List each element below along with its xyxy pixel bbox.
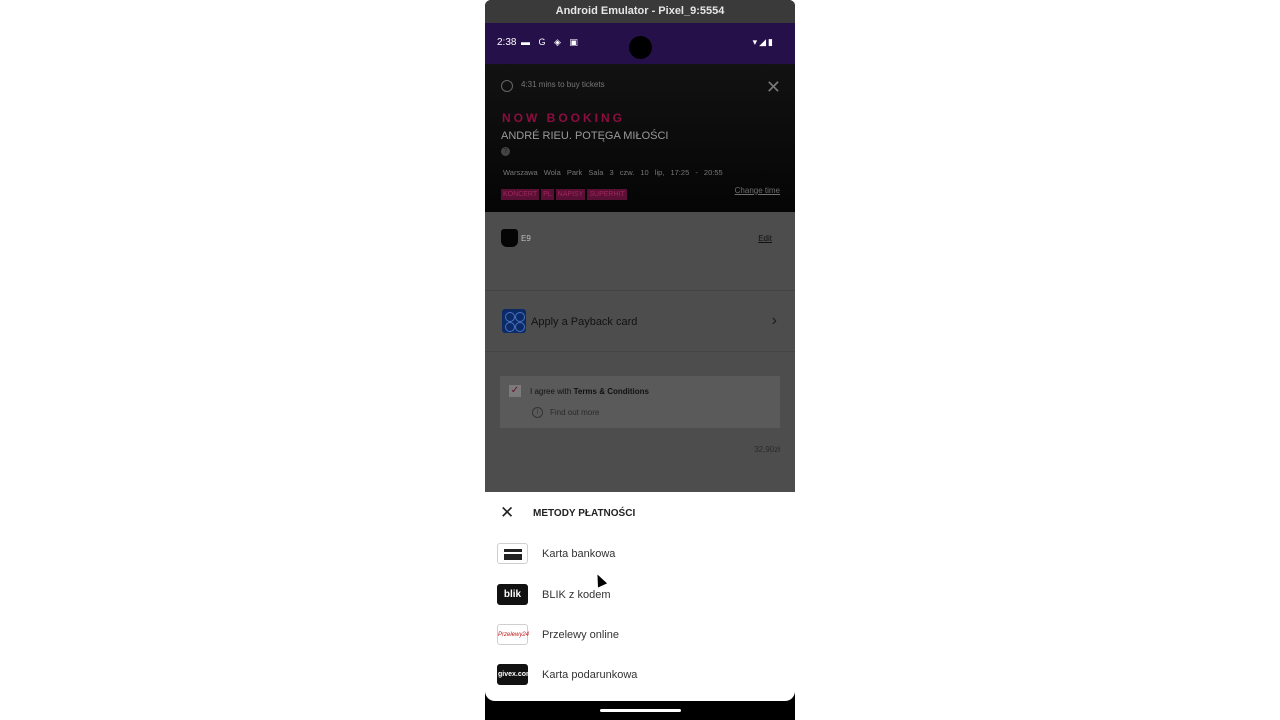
- close-icon[interactable]: ✕: [500, 504, 514, 521]
- seat-label: E9: [521, 234, 531, 243]
- edit-seat-link[interactable]: Edit: [758, 234, 772, 243]
- dimmed-content: E9 Edit Apply a Payback card › ✓ I agree…: [485, 212, 795, 492]
- payment-method-label: Karta podarunkowa: [542, 669, 638, 681]
- tag-badge: NAPISY: [555, 189, 586, 200]
- seat-icon: [501, 229, 518, 247]
- status-time: 2:38: [497, 37, 517, 48]
- change-time-link[interactable]: Change time: [735, 186, 780, 195]
- przelewy24-icon: Przelewy24: [497, 624, 529, 645]
- payment-method-label: Karta bankowa: [542, 548, 616, 560]
- tag-badge: SUPERHIT: [587, 189, 627, 200]
- terms-text: I agree with Terms & Conditions: [530, 387, 649, 396]
- payment-method-card[interactable]: Karta bankowa: [497, 543, 787, 567]
- terms-checkbox[interactable]: ✓: [509, 385, 521, 397]
- status-bar: 2:38 ▬ G ◈ ▣ ▾◢▮: [485, 23, 795, 64]
- showtime-details: Warszawa Wola Park Sala 3 czw. 10 lip, 1…: [503, 168, 723, 177]
- payback-label: Apply a Payback card: [531, 316, 638, 328]
- window-title: Android Emulator - Pixel_9:5554: [485, 0, 795, 23]
- home-gesture-handle[interactable]: [600, 709, 681, 712]
- signal-battery-icons: ▾◢▮: [752, 37, 775, 47]
- booking-timer: 4:31 mins to buy tickets: [521, 80, 605, 89]
- notification-icons: ▬ G ◈ ▣: [521, 37, 581, 47]
- terms-prefix: I agree with: [530, 387, 574, 396]
- close-booking-icon[interactable]: ✕: [766, 78, 781, 96]
- booking-header: 4:31 mins to buy tickets ✕ NOW BOOKING A…: [485, 64, 795, 212]
- payment-method-giftcard[interactable]: givex.com Karta podarunkowa: [497, 664, 787, 688]
- tag-list: KONCERT PL NAPISY SUPERHIT: [501, 183, 629, 201]
- payment-method-przelewy[interactable]: Przelewy24 Przelewy online: [497, 624, 787, 648]
- terms-box: ✓ I agree with Terms & Conditions i Find…: [500, 376, 780, 428]
- booking-screen: 4:31 mins to buy tickets ✕ NOW BOOKING A…: [485, 64, 795, 492]
- total-price: 32,90zł: [754, 445, 780, 454]
- terms-link[interactable]: Terms & Conditions: [574, 387, 649, 396]
- payment-method-label: Przelewy online: [542, 629, 620, 641]
- payment-method-blik[interactable]: blik BLIK z kodem: [497, 584, 787, 608]
- now-booking-label: NOW BOOKING: [502, 111, 625, 125]
- tag-badge: PL: [541, 189, 554, 200]
- blik-icon: blik: [497, 584, 528, 605]
- camera-cutout: [629, 36, 652, 59]
- card-icon: [497, 543, 528, 564]
- find-out-more-link[interactable]: Find out more: [550, 408, 599, 417]
- emulator-window: Android Emulator - Pixel_9:5554 2:38 ▬ G…: [485, 0, 795, 720]
- payback-row[interactable]: Apply a Payback card ›: [485, 290, 795, 352]
- sheet-title: METODY PŁATNOŚCI: [533, 508, 636, 519]
- payment-method-label: BLIK z kodem: [542, 589, 611, 601]
- navigation-bar: [485, 701, 795, 720]
- chevron-right-icon: ›: [771, 312, 777, 329]
- help-icon[interactable]: ?: [501, 147, 510, 156]
- tag-badge: KONCERT: [501, 189, 540, 200]
- payment-methods-sheet: ✕ METODY PŁATNOŚCI Karta bankowa blik BL…: [485, 492, 795, 701]
- givex-icon: givex.com: [497, 664, 532, 685]
- movie-title: ANDRÉ RIEU. POTĘGA MIŁOŚCI: [501, 130, 669, 142]
- clock-icon: [501, 80, 513, 92]
- info-icon: i: [532, 407, 543, 418]
- seat-row: E9 Edit: [485, 212, 795, 291]
- payback-icon: [502, 309, 526, 333]
